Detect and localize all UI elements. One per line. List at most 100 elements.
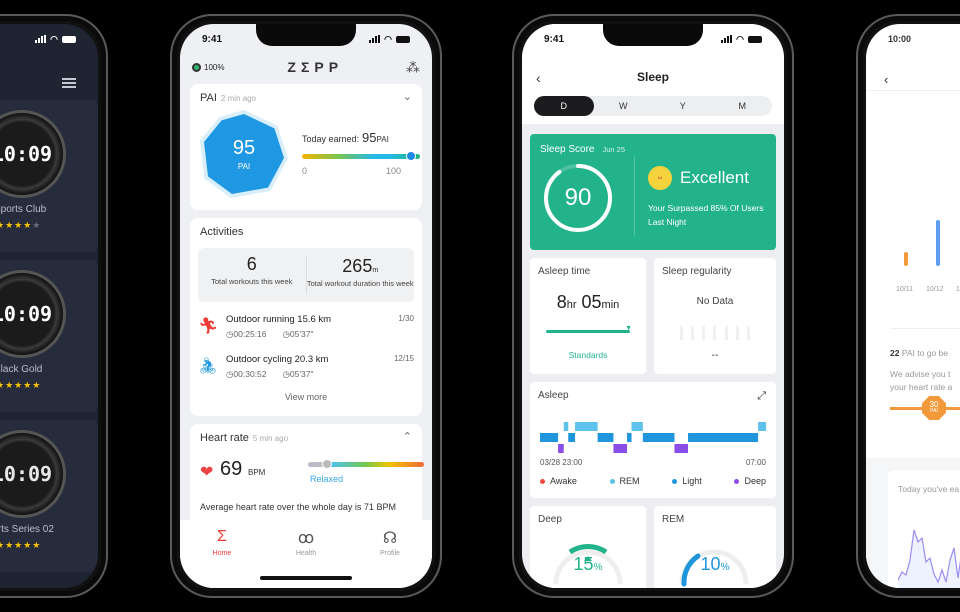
watch-face-card[interactable]: 10:09 Sports Series 02 ★★★★★ [0,420,98,572]
activity-date: 1/30 [398,314,414,323]
sleep-score-card[interactable]: Sleep Score Jun 25 90 ᵕ Excellent Your Su… [530,134,776,250]
asleep-time-tile[interactable]: Asleep time 8hr 05min ▼ Standards [530,258,646,374]
today-earned-text: Today you've ea [898,484,960,494]
tab-home[interactable]: Σ Home [192,528,252,588]
sleep-stage-light [627,433,632,442]
tab-bar: Σ Home ꝏ Health ☊ Profile [180,520,432,588]
device-battery: 100% [204,62,225,72]
watch-face-preview: 10:09 [0,270,66,358]
tab-home-label: Home [212,550,232,557]
menu-icon[interactable] [62,76,76,90]
pai-title: PAI [200,92,217,104]
notch [256,24,356,46]
sleep-score-label: Sleep Score Jun 25 [540,144,625,155]
sleep-stage-rem [575,422,598,431]
standards-link[interactable]: Standards [530,350,646,360]
battery-icon [748,35,762,43]
watch-face-preview: 10:09 [0,110,66,198]
deep-sleep-tile[interactable]: Deep 15% [530,506,646,588]
sleep-rating: Excellent [680,168,749,187]
heart-icon: ❤ [200,464,214,481]
segment-year[interactable]: Y [653,96,713,116]
segment-day[interactable]: D [534,96,594,116]
phone-pai-detail: 10:00 ‹ 10/11 10/12 10/ 22 PAI to go be … [856,14,960,598]
heart-rate-unit: BPM [248,468,266,477]
chart-legend: Awake REM Light Deep [540,476,766,486]
watch-face-card[interactable]: 10:09 Black Gold ★★★★★ [0,260,98,412]
device-status[interactable]: 100% [192,62,225,72]
pai-to-go: 22 PAI to go be [890,348,948,358]
home-indicator[interactable] [260,576,352,580]
activity-pace: ◷05'37" [282,329,314,339]
heart-rate-zone-bar [308,459,424,469]
rem-sleep-tile[interactable]: REM 10% [654,506,776,588]
activities-card[interactable]: Activities 6 Total workouts this week 26… [190,218,422,416]
tab-health-label: Health [295,550,317,557]
apps-grid-icon[interactable]: ⁂ [406,59,420,76]
tab-profile[interactable]: ☊ Profile [360,528,420,588]
expand-icon[interactable]: ⤢ [757,390,766,403]
star-icon: ★★★★★ [0,380,42,390]
deep-title: Deep [538,514,562,525]
star-empty-icon: ★ [32,220,42,230]
asleep-chart-card[interactable]: Asleep ⤢ 03/28 23:00 07:00 Awake REM Lig… [530,382,776,498]
sleep-stage-rem [631,422,643,431]
watch-face-card[interactable]: 10:09 Sports Club ★★★★★ [0,100,98,252]
divider [890,328,960,329]
home-icon: Σ [217,528,227,545]
watch-faces-screen: ◠ ine 10:09 Sports Club ★★★★★ 10:09 Blac… [0,24,98,588]
divider [634,156,635,236]
battery-icon [396,35,410,43]
activity-item[interactable]: 🏃︎ Outdoor running 15.6 km ◷00:25:16 ◷05'… [198,314,414,348]
segment-month[interactable]: M [713,96,773,116]
activity-name: Outdoor cycling 20.3 km [226,354,329,365]
star-icon: ★★★★ [0,220,33,230]
activity-duration: ◷00:30:52 [226,369,267,379]
phone-zepp-home: 9:41 ◠ 100% ZΣPP ⁂ PAI 2 min ago ⌄ 95 PAI [170,14,442,598]
profile-icon: ☊ [382,530,398,547]
chevron-up-icon[interactable]: ⌃ [403,430,412,443]
view-more-link[interactable]: View more [190,392,422,402]
total-duration-value: 265 [342,256,373,276]
asleep-minutes: 05 [581,292,602,312]
heart-rate-updated: 5 min ago [252,434,289,443]
rating-stars: ★★★★★ [0,380,41,391]
asleep-chart-title: Asleep [538,390,569,401]
asleep-hours: 8 [556,292,567,312]
signal-icon [35,35,47,43]
health-icon: ꝏ [297,530,315,547]
sleep-stage-light [642,433,675,442]
sleep-regularity-title: Sleep regularity [662,266,732,277]
running-icon: 🏃︎ [198,318,219,335]
today-earned-card[interactable]: Today you've ea [888,470,960,588]
phone-watch-faces: ◠ ine 10:09 Sports Club ★★★★★ 10:09 Blac… [0,14,108,598]
today-earned-value: 95 [362,130,377,145]
activity-date: 12/15 [393,354,414,363]
sleep-regularity-tile[interactable]: Sleep regularity No Data -- [654,258,776,374]
pai-card-title: PAI 2 min ago [200,92,256,104]
sleep-stage-deep [613,444,628,453]
page-title: Sleep [636,70,669,84]
signal-icon [369,35,381,43]
wifi-icon: ◠ [736,33,744,44]
rating-stars: ★★★★★ [0,220,41,231]
x-label: 10/12 [926,286,944,293]
sleep-stage-deep [674,444,689,453]
asleep-standard-bar: ▼ [546,325,632,333]
chart-end-label: 07:00 [745,458,766,467]
activity-item[interactable]: 🚴︎ Outdoor cycling 20.3 km ◷00:30:52 ◷05'… [198,354,414,388]
heart-rate-average: Average heart rate over the whole day is… [200,502,396,512]
activity-pace: ◷05'37" [282,369,314,379]
back-icon[interactable]: ‹ [884,72,888,87]
sleep-stage-rem [563,422,569,431]
regularity-placeholder-bars [680,326,750,340]
phone-sleep: 9:41 ◠ ‹ Sleep D W Y M Sleep Score Jun 25… [512,14,794,598]
asleep-time-title: Asleep time [538,266,591,277]
rem-value: 10% [700,554,730,574]
watch-icon [192,62,201,72]
smiley-icon: ᵕ [648,166,672,190]
rem-title: REM [662,514,685,525]
chevron-down-icon[interactable]: ⌄ [403,90,412,103]
segment-week[interactable]: W [594,96,654,116]
pai-card[interactable]: PAI 2 min ago ⌄ 95 PAI Today earned: 95PAI… [190,84,422,210]
